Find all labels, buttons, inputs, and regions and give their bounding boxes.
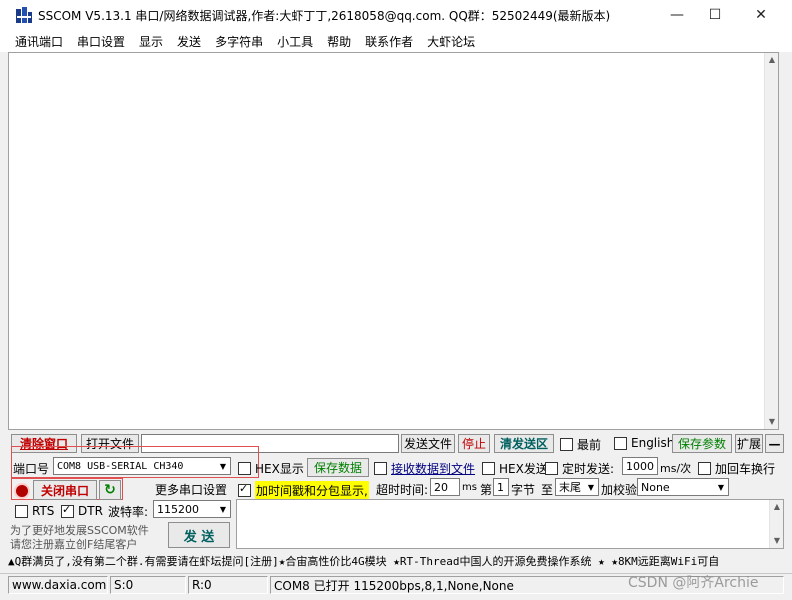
recv-to-file-label: 接收数据到文件 <box>391 462 476 476</box>
recv-to-file-checkbox[interactable]: 接收数据到文件 <box>374 460 475 477</box>
baud-select-value: 115200 <box>157 502 199 516</box>
title-bar: SSCOM V5.13.1 串口/网络数据调试器,作者:大虾丁丁,2618058… <box>0 0 792 30</box>
clear-send-area-button[interactable]: 清发送区 <box>494 434 554 453</box>
scroll-up-icon[interactable]: ▲ <box>765 53 779 67</box>
add-crlf-checkbox-box[interactable] <box>698 462 711 475</box>
recv-to-file-checkbox-box[interactable] <box>374 462 387 475</box>
timeout-label: 超时时间: <box>376 483 429 497</box>
port-select-value: COM8 USB-SERIAL CH340 <box>57 460 184 472</box>
scroll-up-icon[interactable]: ▲ <box>770 500 784 514</box>
scroll-down-icon[interactable]: ▼ <box>770 534 784 548</box>
baud-label: 波特率: <box>108 505 149 519</box>
dtr-checkbox[interactable]: DTR <box>61 503 103 518</box>
timed-interval-input[interactable]: 1000 <box>622 457 658 475</box>
add-crlf-label: 加回车换行 <box>715 462 776 476</box>
timed-send-checkbox[interactable]: 定时发送: <box>545 460 614 477</box>
scroll-down-icon[interactable]: ▼ <box>765 415 779 429</box>
collapse-button[interactable]: — <box>765 434 784 453</box>
timeout-input[interactable]: 20 <box>430 478 460 496</box>
hex-send-checkbox[interactable]: HEX发送 <box>482 460 548 477</box>
timed-send-label: 定时发送: <box>562 462 615 476</box>
chevron-down-icon: ▼ <box>587 482 595 492</box>
timestamp-checkbox[interactable]: 加时间戳和分包显示, <box>238 481 369 500</box>
menu-serial-settings[interactable]: 串口设置 <box>70 33 132 50</box>
byte-label: 字节 <box>511 483 536 497</box>
watermark: CSDN @阿齐Archie <box>628 575 759 591</box>
status-recv-count: R:0 <box>188 576 268 594</box>
hex-send-checkbox-box[interactable] <box>482 462 495 475</box>
chevron-down-icon: ▼ <box>219 504 227 514</box>
window-title: SSCOM V5.13.1 串口/网络数据调试器,作者:大虾丁丁,2618058… <box>38 9 611 23</box>
stop-button[interactable]: 停止 <box>458 434 490 453</box>
expand-button[interactable]: 扩展 <box>735 434 763 453</box>
news-ticker[interactable]: ▲Q群满员了,没有第二个群.有需要请在虾坛提问[注册]★合宙高性价比4G模块 ★… <box>8 551 784 571</box>
chevron-down-icon: ▼ <box>219 461 227 471</box>
menu-comm-port[interactable]: 通讯端口 <box>8 33 70 50</box>
topmost-checkbox[interactable]: 最前 <box>560 436 601 453</box>
send-text-area[interactable]: ▲ ▼ <box>236 499 784 549</box>
timed-send-checkbox-box[interactable] <box>545 462 558 475</box>
timeout-unit-label: ms <box>462 482 477 493</box>
timestamp-label: 加时间戳和分包显示, <box>255 481 369 500</box>
rts-checkbox-box[interactable] <box>15 504 28 518</box>
receive-text-area[interactable]: ▲ ▼ <box>8 52 779 430</box>
close-port-button[interactable]: 关闭串口 <box>33 480 97 500</box>
topmost-label: 最前 <box>577 438 602 452</box>
save-data-button[interactable]: 保存数据 <box>307 458 369 477</box>
status-sent-count: S:0 <box>110 576 186 594</box>
add-crlf-checkbox[interactable]: 加回车换行 <box>698 460 775 477</box>
nth-label: 第 <box>480 483 493 497</box>
maximize-button[interactable]: ☐ <box>692 0 738 30</box>
hex-display-checkbox-box[interactable] <box>238 462 251 475</box>
checksum-label: 加校验 <box>601 483 638 497</box>
refresh-icon[interactable]: ↻ <box>99 480 121 500</box>
menu-bar: 通讯端口 串口设置 显示 发送 多字符串 小工具 帮助 联系作者 大虾论坛 <box>0 30 792 52</box>
rts-checkbox[interactable]: RTS <box>15 504 54 518</box>
menu-send[interactable]: 发送 <box>170 33 208 50</box>
hex-send-label: HEX发送 <box>499 462 548 476</box>
menu-display[interactable]: 显示 <box>132 33 170 50</box>
baud-select[interactable]: 115200 ▼ <box>153 500 231 518</box>
nth-byte-input[interactable]: 1 <box>493 478 509 496</box>
send-button[interactable]: 发 送 <box>168 522 230 548</box>
port-select[interactable]: COM8 USB-SERIAL CH340 ▼ <box>53 457 231 475</box>
timestamp-checkbox-box[interactable] <box>238 482 251 497</box>
topmost-checkbox-box[interactable] <box>560 438 573 451</box>
save-params-button[interactable]: 保存参数 <box>672 434 732 453</box>
hex-display-checkbox[interactable]: HEX显示 <box>238 460 304 477</box>
chevron-down-icon: ▼ <box>717 482 725 492</box>
promo-line-2: 请您注册嘉立创F结尾客户 <box>10 538 138 551</box>
menu-help[interactable]: 帮助 <box>320 33 358 50</box>
dtr-checkbox-box[interactable] <box>61 503 74 518</box>
send-file-button[interactable]: 发送文件 <box>401 434 455 453</box>
app-icon <box>16 7 32 23</box>
to-label: 至 <box>541 483 554 497</box>
close-button[interactable]: ✕ <box>738 0 784 30</box>
english-checkbox[interactable]: English <box>614 436 674 450</box>
checksum-select-value: None <box>641 480 670 494</box>
english-label: English <box>631 436 675 450</box>
port-label: 端口号 <box>13 462 50 476</box>
timed-unit-label: ms/次 <box>660 462 692 475</box>
hex-display-label: HEX显示 <box>255 462 304 476</box>
rts-label: RTS <box>32 504 55 518</box>
checksum-select[interactable]: None ▼ <box>637 478 729 496</box>
menu-contact-author[interactable]: 联系作者 <box>358 33 420 50</box>
send-scrollbar[interactable]: ▲ ▼ <box>769 500 783 548</box>
english-checkbox-box[interactable] <box>614 436 627 450</box>
end-select-value: 末尾 <box>559 481 581 494</box>
menu-forum[interactable]: 大虾论坛 <box>420 33 482 50</box>
menu-multi-string[interactable]: 多字符串 <box>208 33 270 50</box>
port-status-icon <box>14 483 30 499</box>
status-site-link[interactable]: www.daxia.com <box>8 576 108 594</box>
menu-tools[interactable]: 小工具 <box>270 33 320 50</box>
end-select[interactable]: 末尾 ▼ <box>555 478 599 496</box>
dtr-label: DTR <box>78 504 103 518</box>
receive-scrollbar[interactable]: ▲ ▼ <box>764 53 778 429</box>
more-serial-settings-link[interactable]: 更多串口设置 <box>155 481 227 498</box>
